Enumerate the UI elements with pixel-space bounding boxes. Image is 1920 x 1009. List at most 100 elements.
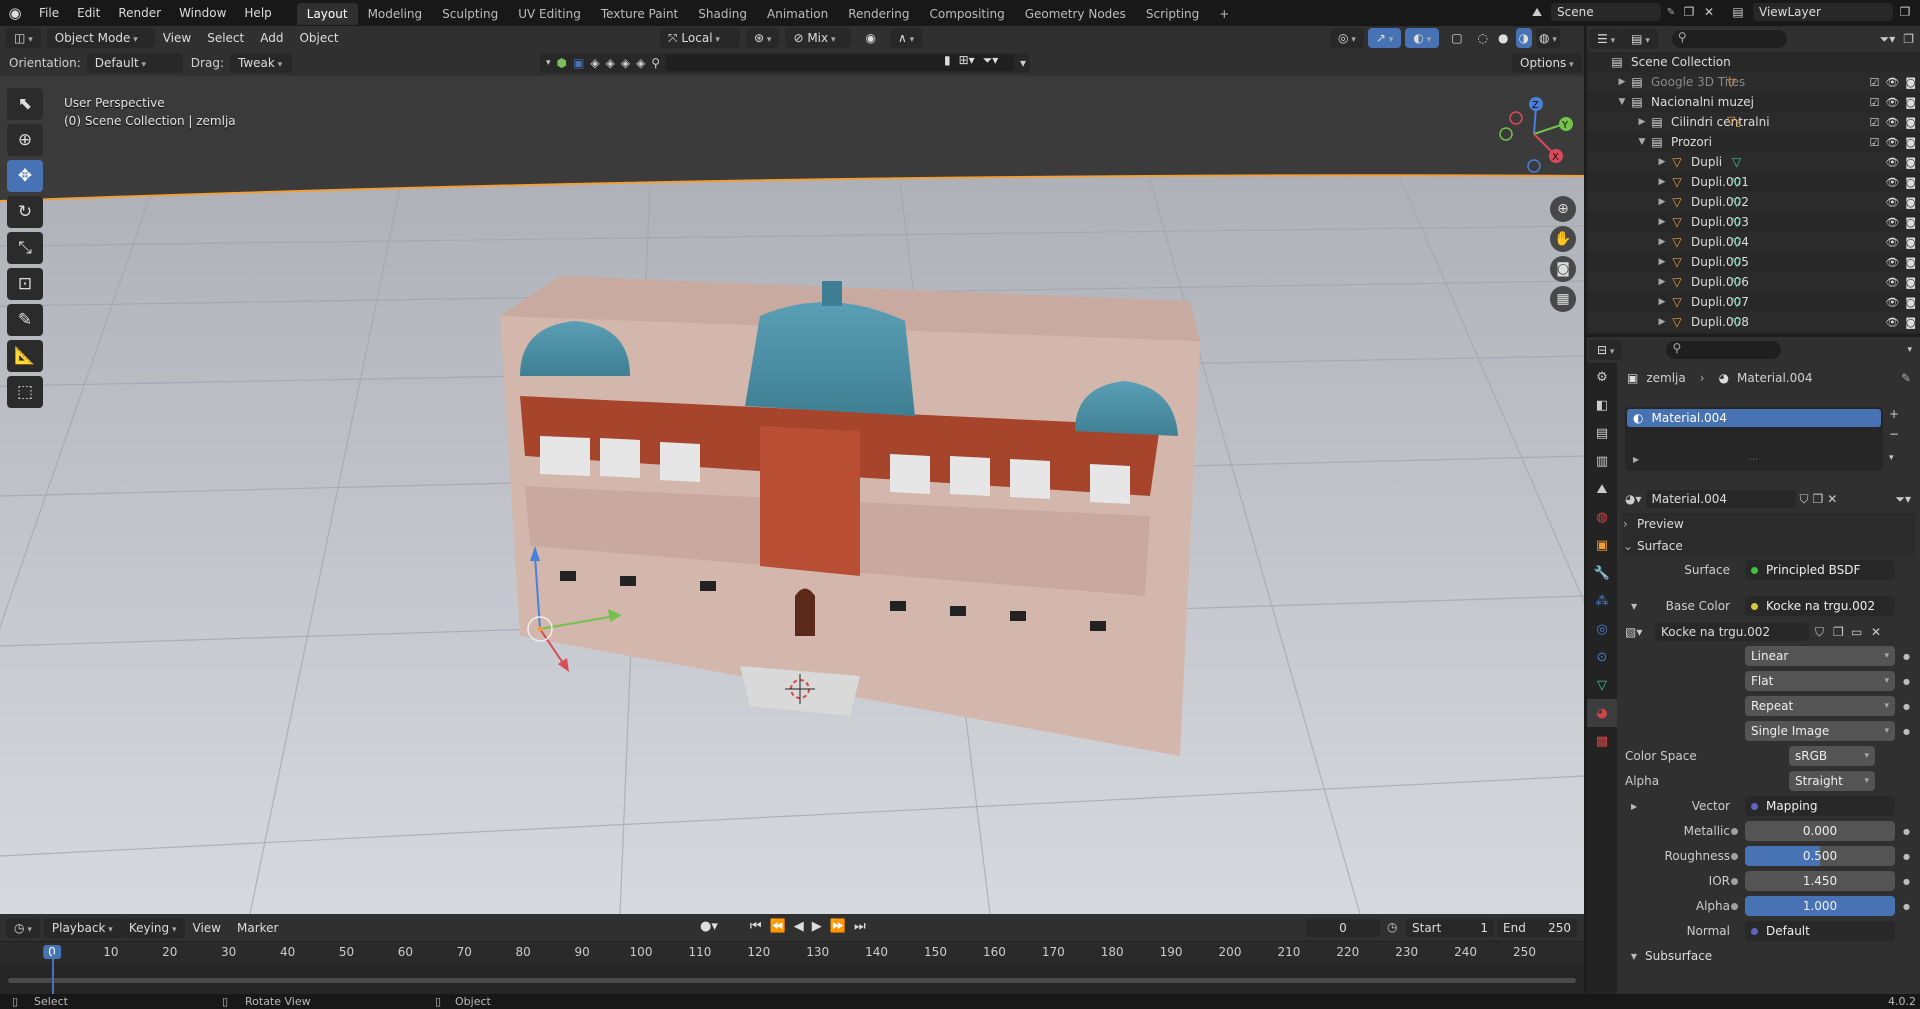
jump-end-button[interactable]: ⏭ <box>854 919 866 934</box>
measure-tool[interactable]: 📐 <box>7 340 43 372</box>
tab-sculpting[interactable]: Sculpting <box>432 3 508 25</box>
slot-list-resize-handle[interactable]: ⋯ <box>1749 455 1758 465</box>
outliner-editor-type[interactable]: ☰ <box>1589 29 1624 49</box>
timeline-track[interactable] <box>0 964 1584 994</box>
eye-icon[interactable]: 👁 <box>1885 296 1899 309</box>
properties-search-input[interactable]: ⚲ <box>1666 341 1782 359</box>
outliner-row[interactable]: ▶ ▽ Dupli ▽ 👁 ◙ <box>1587 152 1920 172</box>
proportional-edit-button[interactable]: ◉ <box>857 28 883 48</box>
tab-object[interactable]: ▣ <box>1587 531 1617 559</box>
chevron-right-icon[interactable]: ▶ <box>1655 197 1669 207</box>
annotate-tool[interactable]: ✎ <box>7 304 43 336</box>
camera-render-icon[interactable]: ◙ <box>1905 196 1916 209</box>
alpha-keyframe-dot[interactable]: ● <box>1903 902 1910 911</box>
jump-start-button[interactable]: ⏮ <box>750 919 762 934</box>
select-box-icon[interactable]: ▣ <box>573 56 584 70</box>
shading-material-button[interactable]: ◑ <box>1515 28 1532 48</box>
normal-field[interactable]: Default <box>1745 921 1895 941</box>
chevron-right-icon[interactable]: ▶ <box>1655 237 1669 247</box>
roughness-slider[interactable]: 0.500 <box>1745 846 1895 866</box>
eye-icon[interactable]: 👁 <box>1885 176 1899 189</box>
fake-user-icon[interactable]: ⛉ <box>1800 492 1809 507</box>
gizmo-toggle[interactable]: ↗ <box>1367 28 1402 48</box>
transform-tool[interactable]: ⊡ <box>7 268 43 300</box>
timeline-view-menu[interactable]: View <box>185 918 229 938</box>
outliner-row[interactable]: ▶ ▽ Dupli.003 ▽ 👁 ◙ <box>1587 212 1920 232</box>
play-button[interactable]: ▶ <box>812 919 822 934</box>
image-unlink-icon[interactable]: ✕ <box>1871 625 1881 639</box>
pan-button[interactable]: ✋ <box>1550 226 1576 252</box>
editor-type-button[interactable]: ◫ <box>6 28 41 48</box>
mesh-data-icon[interactable]: ▽ <box>1732 275 1741 289</box>
snap-dropdown[interactable]: ⊘ Mix <box>785 28 852 48</box>
cursor-tool[interactable]: ⊕ <box>7 124 43 156</box>
blender-logo-icon[interactable]: ◉ <box>0 4 30 22</box>
playback-menu[interactable]: Playback <box>43 917 121 938</box>
base-color-expand-icon[interactable]: ▼ <box>1631 602 1637 611</box>
chevron-right-icon[interactable]: ▶ <box>1655 317 1669 327</box>
metallic-socket-icon[interactable] <box>1731 827 1738 835</box>
properties-options-icon[interactable]: ▾ <box>1907 345 1912 355</box>
interpolation-dropdown[interactable]: Linear <box>1745 646 1895 666</box>
select-mode-icon-d[interactable]: ◈ <box>636 56 645 70</box>
source-dropdown[interactable]: Single Image <box>1745 721 1895 741</box>
properties-editor-type[interactable]: ⊟ <box>1589 340 1623 360</box>
mesh-data-icon[interactable]: ▽ <box>1732 175 1741 189</box>
visibility-dropdown[interactable]: ◎ <box>1330 28 1364 48</box>
preview-panel-header[interactable]: › Preview <box>1623 513 1915 535</box>
menu-help[interactable]: Help <box>235 0 280 26</box>
tab-scripting[interactable]: Scripting <box>1136 3 1209 25</box>
tab-constraints[interactable]: ⊙ <box>1587 643 1617 671</box>
mesh-data-icon[interactable]: ▽ <box>1732 195 1741 209</box>
projection-dropdown[interactable]: Flat <box>1745 671 1895 691</box>
image-fake-user-icon[interactable]: ⛉ <box>1815 625 1824 640</box>
new-view-layer-icon[interactable]: ❐ <box>1897 5 1913 19</box>
tab-animation[interactable]: Animation <box>757 3 838 25</box>
chevron-right-icon[interactable]: ▶ <box>1655 277 1669 287</box>
move-tool[interactable]: ✥ <box>7 160 43 192</box>
display-mode-dropdown[interactable]: ▤ <box>1623 29 1658 49</box>
tab-shading[interactable]: Shading <box>688 3 757 25</box>
tab-uv-editing[interactable]: UV Editing <box>508 3 591 25</box>
chevron-right-icon[interactable]: ▶ <box>1615 77 1629 87</box>
shading-solid-button[interactable]: ● <box>1495 28 1511 48</box>
exclude-checkbox[interactable]: ☑ <box>1869 96 1879 109</box>
outliner-row[interactable]: ▶ ▽ Dupli.005 ▽ 👁 ◙ <box>1587 252 1920 272</box>
outliner-search-input[interactable]: ⚲ <box>1671 30 1787 48</box>
image-duplicate-icon[interactable]: ❐ <box>1833 625 1844 639</box>
new-scene-icon[interactable]: ❐ <box>1681 5 1697 19</box>
outliner-row[interactable]: ▶ ▽ Dupli.006 ▽ 👁 ◙ <box>1587 272 1920 292</box>
ior-socket-icon[interactable] <box>1731 877 1738 885</box>
material-slot-row[interactable]: ◐ Material.004 <box>1627 409 1881 427</box>
mesh-data-icon[interactable]: ▽ <box>1732 215 1741 229</box>
prev-keyframe-button[interactable]: ⏪ <box>770 919 786 934</box>
layout-icon[interactable]: ⊞▾ <box>959 53 975 68</box>
camera-render-icon[interactable]: ◙ <box>1905 136 1916 149</box>
collection-contents-icon[interactable]: ▽5 <box>1727 114 1741 130</box>
eye-icon[interactable]: 👁 <box>1885 236 1899 249</box>
ortho-toggle-button[interactable]: ▦ <box>1550 286 1576 312</box>
chevron-right-icon[interactable]: ▶ <box>1655 297 1669 307</box>
tab-data[interactable]: ▽ <box>1587 671 1617 699</box>
vector-field[interactable]: Mapping <box>1745 796 1895 816</box>
tab-tool[interactable]: ⚙ <box>1587 363 1617 391</box>
tab-physics[interactable]: ◎ <box>1587 615 1617 643</box>
eye-icon[interactable]: 👁 <box>1885 216 1899 229</box>
outliner-filter-icon[interactable]: ⏷▾ <box>1880 32 1896 47</box>
collection-contents-icon[interactable]: ▽ <box>1727 76 1735 89</box>
next-keyframe-button[interactable]: ⏩ <box>830 919 846 934</box>
end-frame-field[interactable]: End 250 <box>1497 919 1577 937</box>
outliner-row[interactable]: ▼ ▤ Prozori ☑ 👁 ◙ <box>1587 132 1920 152</box>
filter-dropdown-icon[interactable]: ▾ <box>546 58 551 68</box>
camera-render-icon[interactable]: ◙ <box>1905 256 1916 269</box>
tab-rendering[interactable]: Rendering <box>838 3 919 25</box>
link-type-icon[interactable]: ⏷▾ <box>1895 492 1911 507</box>
viewport-canvas[interactable]: User Perspective (0) Scene Collection | … <box>0 76 1584 914</box>
pin-icon[interactable]: ✎ <box>1665 7 1677 18</box>
eye-icon[interactable]: 👁 <box>1885 256 1899 269</box>
eye-icon[interactable]: 👁 <box>1885 276 1899 289</box>
chevron-right-icon[interactable]: ▶ <box>1635 117 1649 127</box>
slot-menu-button[interactable]: ▾ <box>1889 453 1899 463</box>
options-dropdown[interactable]: Options <box>1512 53 1582 73</box>
eye-icon[interactable]: 👁 <box>1885 316 1899 329</box>
